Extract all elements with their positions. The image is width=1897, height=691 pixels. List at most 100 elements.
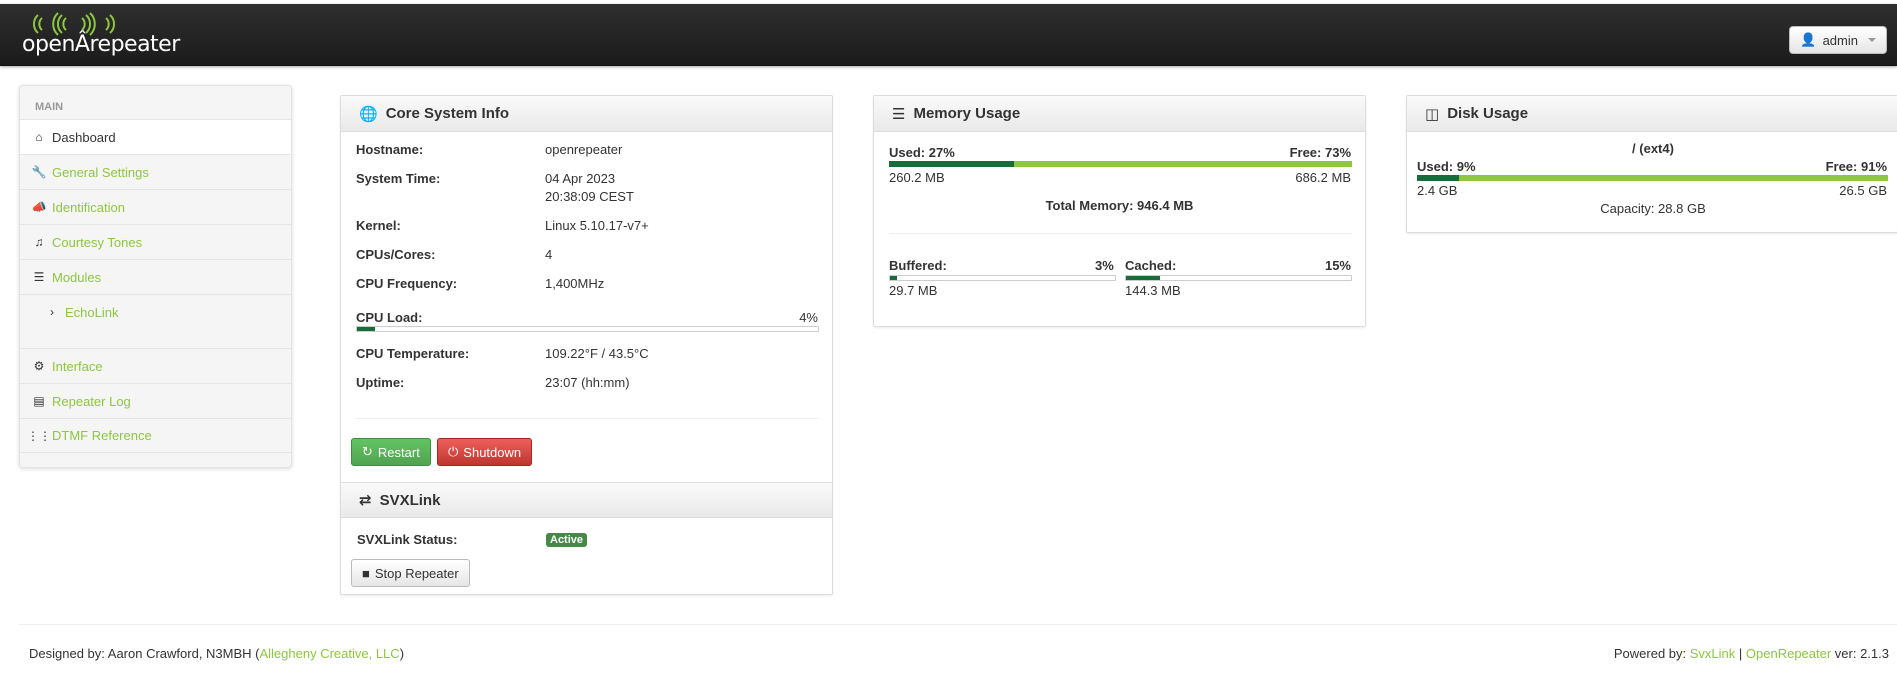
caret-down-icon xyxy=(1868,38,1876,42)
sidebar-item-interface[interactable]: ⚙ Interface xyxy=(20,348,291,383)
buffered-bar-fill xyxy=(890,276,897,280)
separator: | xyxy=(1735,646,1746,661)
user-menu-button[interactable]: 👤 admin xyxy=(1789,26,1887,54)
th-icon: ⋮⋮ xyxy=(27,428,51,443)
svxlink-status-badge: Active xyxy=(546,533,588,547)
designed-by-text: Designed by: Aaron Crawford, N3MBH ( xyxy=(29,646,260,661)
sidebar-nav: MAIN ⌂ Dashboard 🔧 General Settings 📣 Id… xyxy=(19,85,292,468)
buffered-percent: 3% xyxy=(1095,258,1114,273)
panel-header: 🌐 Core System Info xyxy=(341,96,832,132)
cpus-label: CPUs/Cores: xyxy=(356,247,436,262)
panel-title: Disk Usage xyxy=(1447,105,1529,122)
bullhorn-icon: 📣 xyxy=(31,200,47,214)
stop-repeater-label: Stop Repeater xyxy=(374,565,459,581)
cached-value: 144.3 MB xyxy=(1125,283,1181,298)
shutdown-label: Shutdown xyxy=(463,444,522,460)
cached-percent: 15% xyxy=(1324,258,1351,273)
disk-free-value: 26.5 GB xyxy=(1839,183,1887,198)
disk-usage-panel: ◫ Disk Usage / (ext4) Used: 9% Free: 91%… xyxy=(1406,95,1897,233)
cached-bar-fill xyxy=(1126,276,1160,280)
sidebar-item-general-settings[interactable]: 🔧 General Settings xyxy=(20,154,291,189)
svxlink-status-label: SVXLink Status: xyxy=(357,532,458,547)
cpu-load-bar-fill xyxy=(357,327,376,331)
hostname-value: openrepeater xyxy=(545,142,623,157)
system-time-value: 20:38:09 CEST xyxy=(545,189,634,204)
sidebar-item-label: Dashboard xyxy=(52,129,116,145)
memory-used-label: Used: 27% xyxy=(889,145,955,160)
system-time-label: System Time: xyxy=(356,171,441,186)
restart-button[interactable]: ↻ Restart xyxy=(351,438,431,466)
sidebar-item-identification[interactable]: 📣 Identification xyxy=(20,189,291,224)
disk-used-label: Used: 9% xyxy=(1417,159,1476,174)
wrench-icon: 🔧 xyxy=(31,165,47,179)
sidebar-item-modules[interactable]: ☰ Modules xyxy=(20,259,291,294)
sidebar-item-label: General Settings xyxy=(52,164,149,180)
restart-label: Restart xyxy=(377,444,420,460)
disk-used-value: 2.4 GB xyxy=(1417,183,1458,198)
buffered-bar xyxy=(889,275,1116,281)
panel-header: ☰ Memory Usage xyxy=(874,96,1365,132)
cpu-frequency-value: 1,400MHz xyxy=(545,276,605,291)
disk-used-fill xyxy=(1417,175,1460,181)
stop-repeater-button[interactable]: ■ Stop Repeater xyxy=(351,559,470,587)
footer-powered-by: Powered by: SvxLink | OpenRepeater ver: … xyxy=(1614,646,1889,661)
logo-text: openÂrepeater xyxy=(22,32,180,57)
list-icon: ☰ xyxy=(33,270,45,284)
openrepeater-logo[interactable]: openÂrepeater xyxy=(22,12,182,58)
list-alt-icon: ▤ xyxy=(33,394,45,408)
kernel-label: Kernel: xyxy=(356,218,401,233)
chevron-right-icon: › xyxy=(50,305,54,319)
designed-by-suffix: ) xyxy=(399,646,405,661)
divider xyxy=(889,233,1352,234)
memory-free-value: 686.2 MB xyxy=(1295,170,1351,185)
footer-divider xyxy=(19,624,1897,625)
sidebar-item-dashboard[interactable]: ⌂ Dashboard xyxy=(20,119,291,154)
footer-credits: Designed by: Aaron Crawford, N3MBH (Alle… xyxy=(29,646,404,661)
sidebar-item-repeater-log[interactable]: ▤ Repeater Log xyxy=(20,383,291,418)
cpu-load-bar xyxy=(356,326,819,332)
disk-mount-label: / (ext4) xyxy=(1632,141,1674,156)
user-icon: 👤 xyxy=(1800,32,1817,47)
memory-usage-panel: ☰ Memory Usage Used: 27% Free: 73% 260.2… xyxy=(873,95,1366,327)
cached-bar xyxy=(1125,275,1352,281)
sidebar-item-courtesy-tones[interactable]: ♫ Courtesy Tones xyxy=(20,224,291,259)
list-icon: ☰ xyxy=(892,105,906,123)
uptime-value: 23:07 (hh:mm) xyxy=(545,375,630,390)
user-name: admin xyxy=(1822,32,1858,48)
cpu-frequency-label: CPU Frequency: xyxy=(356,276,458,291)
nav-section-header: MAIN xyxy=(35,101,64,113)
sidebar-item-label: Interface xyxy=(52,358,103,374)
disk-capacity: Capacity: 28.8 GB xyxy=(1600,201,1706,216)
refresh-icon: ↻ xyxy=(362,444,373,459)
logo-text-open: open xyxy=(22,32,75,57)
sidebar-item-label: EchoLink xyxy=(65,304,119,320)
panel-title: Core System Info xyxy=(385,105,510,122)
stop-icon: ■ xyxy=(362,565,370,581)
retweet-icon: ⇄ xyxy=(359,492,372,509)
tower-icon: Â xyxy=(74,32,90,57)
shutdown-button[interactable]: ⏻ Shutdown xyxy=(437,438,533,466)
sidebar-item-label: Repeater Log xyxy=(52,393,131,409)
svxlink-link[interactable]: SvxLink xyxy=(1690,646,1736,661)
panel-title: Memory Usage xyxy=(913,105,1021,122)
memory-used-fill xyxy=(889,161,1014,167)
globe-icon: 🌐 xyxy=(359,105,378,123)
cog-icon: ⚙ xyxy=(33,359,45,373)
disk-usage-bar xyxy=(1417,175,1888,181)
divider xyxy=(356,418,819,419)
music-icon: ♫ xyxy=(34,235,44,249)
power-icon: ⏻ xyxy=(448,444,459,459)
core-system-info-panel: 🌐 Core System Info Hostname: openrepeate… xyxy=(340,95,833,595)
allegheny-creative-link[interactable]: Allegheny Creative, LLC xyxy=(259,646,399,661)
svxlink-section: ⇄ SVXLink SVXLink Status: Active ■ Stop … xyxy=(341,482,832,587)
system-date-value: 04 Apr 2023 xyxy=(545,171,616,186)
cpu-load-percent: 4% xyxy=(799,310,818,325)
sidebar-item-label: Modules xyxy=(52,269,102,285)
openrepeater-link[interactable]: OpenRepeater xyxy=(1746,646,1831,661)
panel-header: ◫ Disk Usage xyxy=(1407,96,1897,132)
sidebar-item-echolink[interactable]: › EchoLink xyxy=(20,294,291,329)
sidebar-item-dtmf-reference[interactable]: ⋮⋮ DTMF Reference xyxy=(20,418,291,453)
logo-text-repeater: repeater xyxy=(89,32,180,57)
svxlink-title: SVXLink xyxy=(379,491,441,509)
